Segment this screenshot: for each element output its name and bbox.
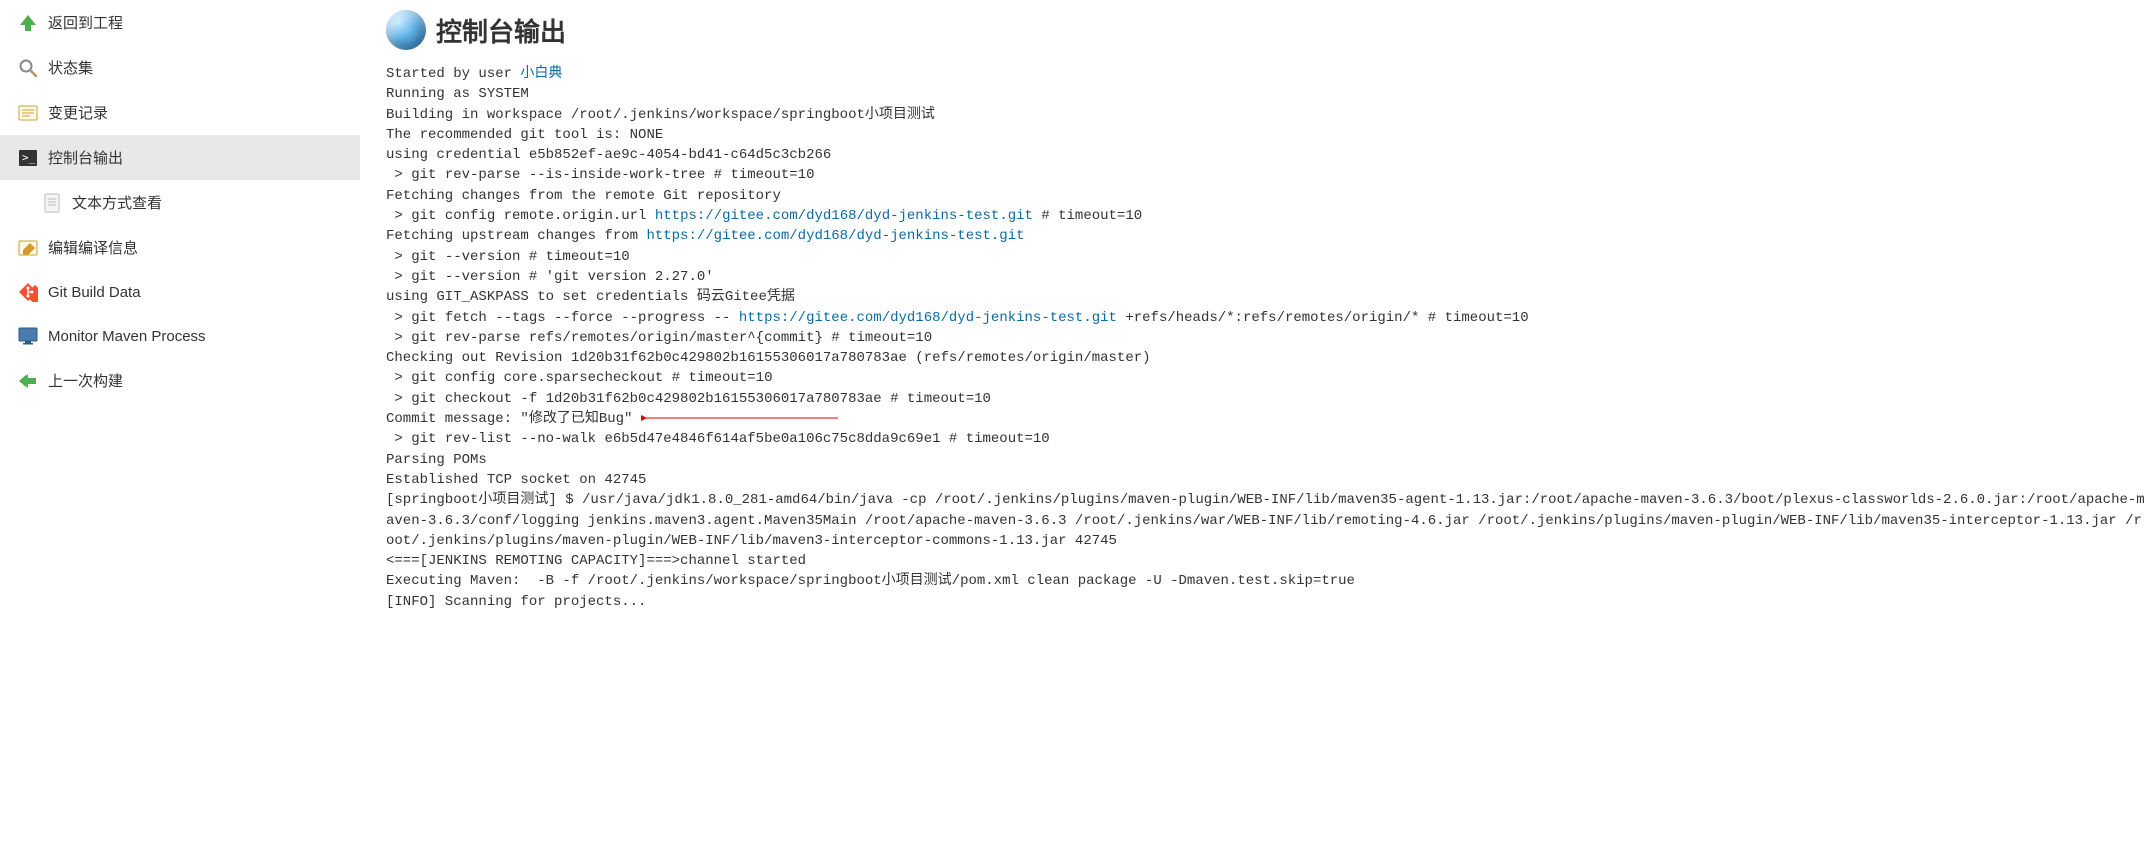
console-output: Started by user 小白典Running as SYSTEMBuil…	[386, 64, 2149, 612]
sidebar-item-3[interactable]: >_ 控制台输出	[0, 135, 360, 180]
console-line: Established TCP socket on 42745	[386, 470, 2149, 490]
console-line: > git config remote.origin.url https://g…	[386, 206, 2149, 226]
changes-icon	[18, 103, 38, 123]
search-icon	[18, 58, 38, 78]
sidebar-item-label: 返回到工程	[48, 12, 123, 33]
sidebar-item-label: 编辑编译信息	[48, 237, 138, 258]
monitor-icon	[18, 326, 38, 346]
console-line: Commit message: "修改了已知Bug"	[386, 409, 2149, 429]
console-line: > git checkout -f 1d20b31f62b0c429802b16…	[386, 389, 2149, 409]
main-content: 控制台输出 Started by user 小白典Running as SYST…	[360, 0, 2149, 841]
svg-text:>_: >_	[22, 151, 36, 164]
console-link[interactable]: https://gitee.com/dyd168/dyd-jenkins-tes…	[646, 228, 1024, 244]
up-arrow-icon	[18, 13, 38, 33]
console-line: > git fetch --tags --force --progress --…	[386, 308, 2149, 328]
console-line: <===[JENKINS REMOTING CAPACITY]===>chann…	[386, 551, 2149, 571]
edit-icon	[18, 238, 38, 258]
sidebar-item-label: 状态集	[48, 57, 93, 78]
console-line: > git rev-list --no-walk e6b5d47e4846f61…	[386, 429, 2149, 449]
console-line: Executing Maven: -B -f /root/.jenkins/wo…	[386, 571, 2149, 591]
console-line: Started by user 小白典	[386, 64, 2149, 84]
console-line: > git --version # timeout=10	[386, 247, 2149, 267]
sidebar-item-5[interactable]: 编辑编译信息	[0, 225, 360, 270]
sidebar-item-label: 上一次构建	[48, 370, 123, 391]
sidebar-item-label: Monitor Maven Process	[48, 328, 206, 345]
console-line: [springboot小项目测试] $ /usr/java/jdk1.8.0_2…	[386, 490, 2149, 551]
console-line: Fetching upstream changes from https://g…	[386, 226, 2149, 246]
terminal-icon: >_	[18, 148, 38, 168]
console-link[interactable]: https://gitee.com/dyd168/dyd-jenkins-tes…	[739, 310, 1117, 326]
annotation-arrow	[638, 410, 858, 426]
sidebar: 返回到工程状态集变更记录 >_ 控制台输出文本方式查看编辑编译信息 Git Build…	[0, 0, 360, 841]
console-line: Running as SYSTEM	[386, 84, 2149, 104]
console-line: Fetching changes from the remote Git rep…	[386, 186, 2149, 206]
console-line: Checking out Revision 1d20b31f62b0c42980…	[386, 348, 2149, 368]
console-line: [INFO] Scanning for projects...	[386, 592, 2149, 612]
sidebar-item-6[interactable]: Git Build Data	[0, 270, 360, 314]
console-line: > git rev-parse refs/remotes/origin/mast…	[386, 328, 2149, 348]
console-line: > git rev-parse --is-inside-work-tree # …	[386, 165, 2149, 185]
sidebar-item-7[interactable]: Monitor Maven Process	[0, 314, 360, 358]
git-icon	[18, 282, 38, 302]
left-arrow-icon	[18, 371, 38, 391]
console-line: > git --version # 'git version 2.27.0'	[386, 267, 2149, 287]
sidebar-item-label: 控制台输出	[48, 147, 123, 168]
orb-icon	[386, 10, 426, 50]
page-title-text: 控制台输出	[436, 12, 566, 49]
sidebar-item-0[interactable]: 返回到工程	[0, 0, 360, 45]
document-icon	[42, 193, 62, 213]
console-line: The recommended git tool is: NONE	[386, 125, 2149, 145]
sidebar-item-label: Git Build Data	[48, 284, 141, 301]
sidebar-item-label: 文本方式查看	[72, 192, 162, 213]
sidebar-item-8[interactable]: 上一次构建	[0, 358, 360, 403]
console-line: > git config core.sparsecheckout # timeo…	[386, 368, 2149, 388]
console-line: Parsing POMs	[386, 450, 2149, 470]
console-link[interactable]: 小白典	[520, 66, 562, 82]
console-line: using credential e5b852ef-ae9c-4054-bd41…	[386, 145, 2149, 165]
sidebar-item-1[interactable]: 状态集	[0, 45, 360, 90]
console-line: Building in workspace /root/.jenkins/wor…	[386, 105, 2149, 125]
page-title: 控制台输出	[386, 10, 2149, 50]
console-link[interactable]: https://gitee.com/dyd168/dyd-jenkins-tes…	[655, 208, 1033, 224]
sidebar-item-label: 变更记录	[48, 102, 108, 123]
sidebar-item-4[interactable]: 文本方式查看	[0, 180, 360, 225]
console-line: using GIT_ASKPASS to set credentials 码云G…	[386, 287, 2149, 307]
sidebar-item-2[interactable]: 变更记录	[0, 90, 360, 135]
